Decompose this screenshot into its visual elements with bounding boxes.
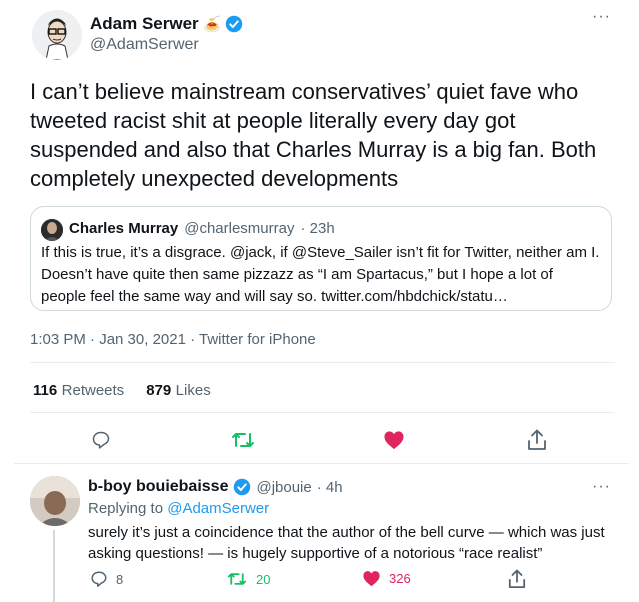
reply-author-handle[interactable]: @jbouie — [256, 479, 311, 496]
author-avatar[interactable] — [32, 10, 82, 60]
reply-author-name[interactable]: b-boy bouiebaisse — [88, 478, 228, 496]
reply-retweet-button[interactable]: 20 — [226, 570, 270, 588]
reply-text: surely it’s just a coincidence that the … — [88, 524, 605, 562]
reply-time[interactable]: · 4h — [317, 479, 343, 496]
more-icon[interactable]: ··· — [592, 478, 611, 496]
share-icon[interactable] — [508, 569, 526, 594]
quoted-tweet[interactable]: Charles Murray @charlesmurray · 23h If t… — [30, 206, 612, 311]
divider — [14, 463, 629, 464]
tweet-text: I can’t believe mainstream conservatives… — [30, 79, 597, 191]
likes-stat[interactable]: 879 Likes — [146, 382, 211, 400]
replying-to: Replying to @AdamSerwer — [88, 500, 269, 517]
reply-like-count: 326 — [389, 571, 411, 586]
reply-thread-line — [53, 530, 55, 602]
retweets-stat[interactable]: 116 Retweets — [33, 382, 124, 400]
author-handle[interactable]: @AdamSerwer — [90, 36, 199, 54]
tweet-time[interactable]: 1:03 PM · Jan 30, 2021 · — [30, 331, 199, 348]
retweet-icon — [227, 573, 247, 585]
reply-retweet-count: 20 — [256, 571, 271, 587]
reply-reply-button[interactable]: 8 — [90, 570, 123, 588]
verified-badge-icon — [225, 15, 243, 33]
quote-author-name: Charles Murray — [69, 220, 179, 237]
replying-to-prefix: Replying to — [88, 500, 168, 517]
reply-icon — [91, 571, 107, 587]
likes-label: Likes — [175, 382, 211, 399]
reply-reply-count: 8 — [116, 571, 124, 587]
author-name[interactable]: Adam Serwer — [90, 14, 199, 34]
share-icon[interactable] — [527, 429, 547, 456]
quote-text: If this is true, it’s a disgrace. @jack,… — [41, 244, 600, 305]
tweet-timestamp: 1:03 PM · Jan 30, 2021 · Twitter for iPh… — [30, 331, 316, 348]
more-icon[interactable]: ··· — [592, 8, 611, 26]
tweet-source[interactable]: Twitter for iPhone — [199, 331, 316, 348]
heart-icon — [363, 571, 380, 587]
heart-icon[interactable] — [383, 430, 405, 455]
retweet-icon[interactable] — [231, 429, 255, 456]
retweets-label: Retweets — [61, 382, 125, 399]
replying-to-handle[interactable]: @AdamSerwer — [167, 500, 269, 517]
quote-author-handle: @charlesmurray — [184, 220, 295, 237]
reply-like-button[interactable]: 326 — [362, 570, 411, 587]
likes-count: 879 — [146, 382, 172, 399]
divider — [30, 362, 615, 363]
quote-author-avatar — [41, 219, 63, 241]
author-emoji: 🍝 — [202, 16, 222, 33]
tweet-stats: 116 Retweets 879 Likes — [33, 382, 211, 400]
verified-badge-icon — [233, 478, 251, 496]
reply-icon[interactable] — [91, 430, 111, 455]
quote-time: · 23h — [300, 220, 335, 237]
reply-author-avatar[interactable] — [30, 476, 80, 526]
retweets-count: 116 — [33, 382, 58, 399]
divider — [30, 412, 615, 413]
